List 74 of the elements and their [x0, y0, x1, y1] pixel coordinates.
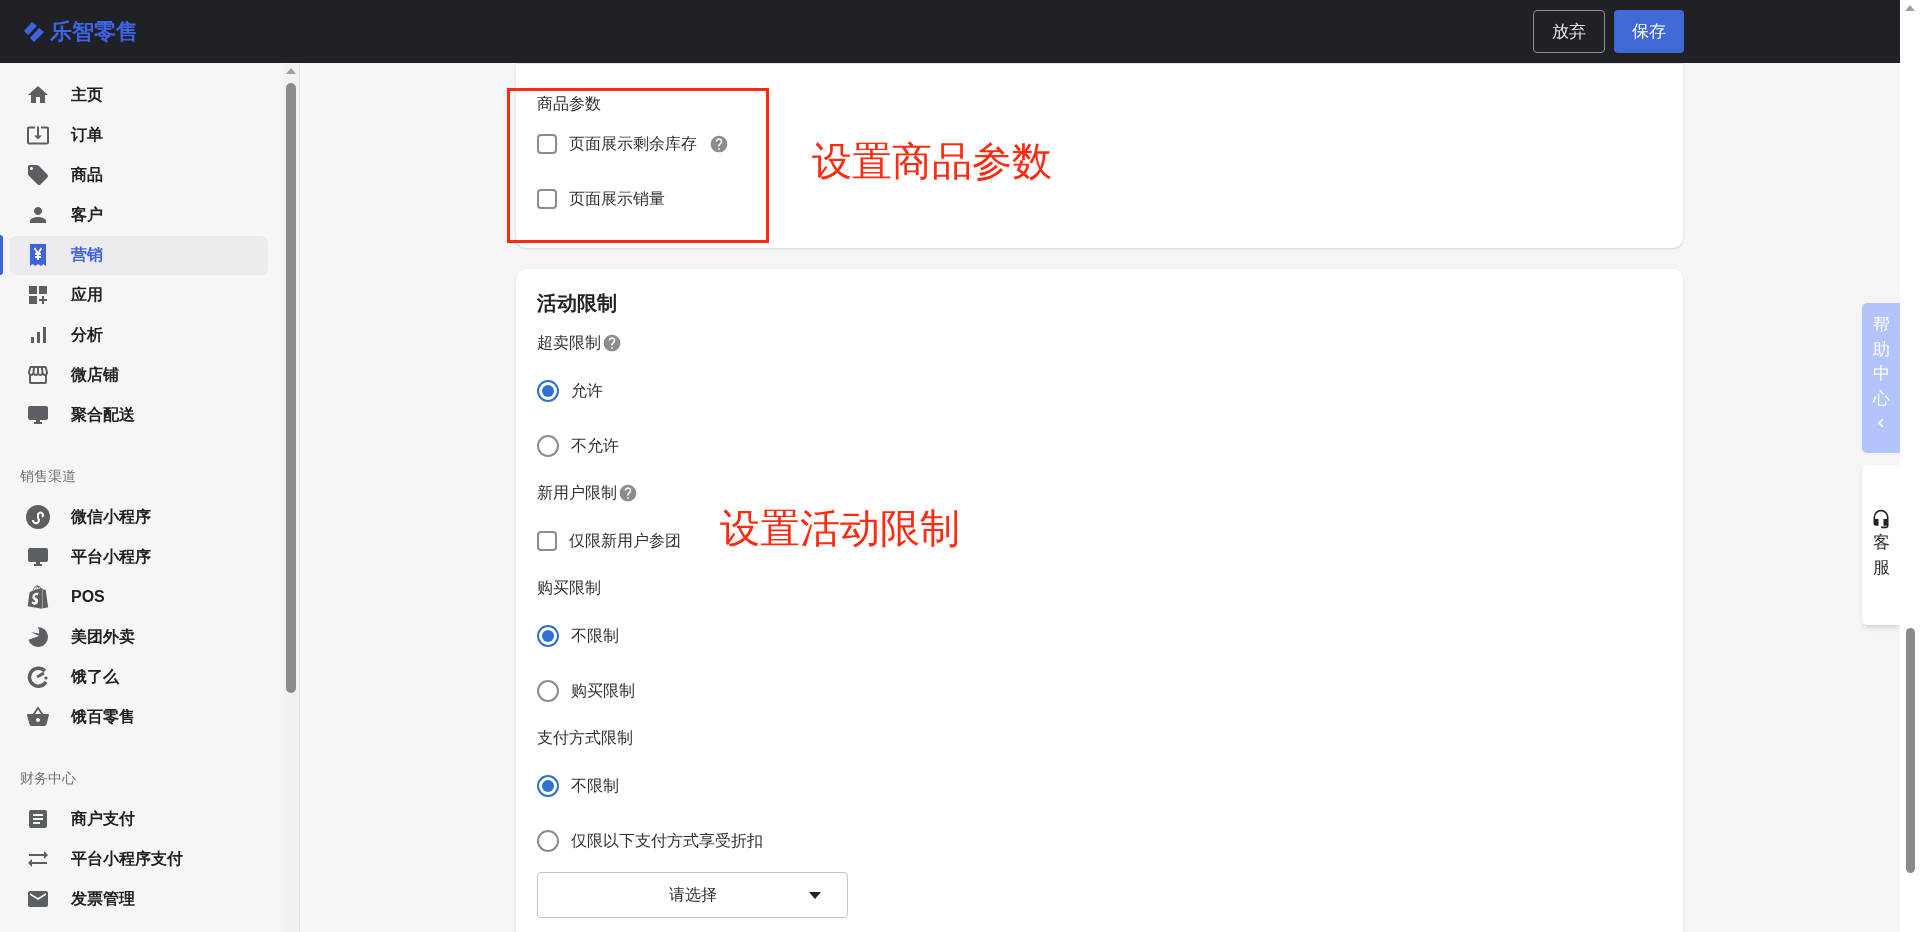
- scrollbar-thumb[interactable]: [286, 83, 296, 693]
- radio-button[interactable]: [537, 624, 559, 647]
- tag-icon: [26, 163, 50, 187]
- document-icon: [26, 807, 50, 831]
- gauge-icon: [27, 666, 49, 688]
- sidebar-item[interactable]: 客户: [10, 195, 268, 235]
- logo-icon: [22, 19, 46, 44]
- monitor-icon: [26, 545, 50, 569]
- logo-text: 乐智零售: [50, 18, 138, 46]
- grid-plus-icon: [26, 283, 50, 307]
- active-indicator: [0, 235, 3, 275]
- scrollbar-thumb[interactable]: [1905, 628, 1915, 873]
- customer-service-tab[interactable]: 客服: [1862, 465, 1900, 625]
- radio-label: 仅限以下支付方式享受折扣: [571, 830, 763, 851]
- yen-receipt-icon: [29, 244, 47, 266]
- sidebar-item[interactable]: 平台小程序支付: [10, 839, 268, 879]
- checkbox-label: 页面展示销量: [569, 188, 665, 209]
- basket-icon: [26, 705, 50, 729]
- sidebar-item[interactable]: 微信小程序: [10, 497, 268, 537]
- field-label: 支付方式限制: [537, 728, 633, 748]
- checkbox[interactable]: [537, 530, 557, 551]
- sidebar-item[interactable]: 订单: [10, 115, 268, 155]
- radio-label: 不限制: [571, 625, 619, 646]
- sidebar-item[interactable]: 平台小程序: [10, 537, 268, 577]
- sidebar-item[interactable]: 分析: [10, 315, 268, 355]
- swirl-icon: [27, 626, 49, 648]
- sidebar-item[interactable]: POS: [10, 577, 268, 617]
- caret-icon: [809, 891, 821, 899]
- sidebar-item[interactable]: 聚合配送: [10, 395, 268, 435]
- checkbox-label: 页面展示剩余库存: [569, 133, 697, 154]
- annotation-text: 设置活动限制: [720, 508, 960, 548]
- shopping-bag-icon: [26, 585, 50, 609]
- save-button[interactable]: 保存: [1614, 10, 1684, 53]
- checkbox[interactable]: [537, 133, 557, 154]
- radio-label: 不允许: [571, 435, 619, 456]
- radio-button[interactable]: [537, 434, 559, 457]
- sidebar-item[interactable]: 主页: [10, 75, 268, 115]
- help-icon[interactable]: [602, 333, 622, 353]
- scroll-up-arrow-icon[interactable]: [286, 68, 296, 74]
- radio-button[interactable]: [537, 379, 559, 402]
- storefront-icon: [26, 363, 50, 387]
- help-icon[interactable]: [709, 133, 729, 154]
- help-icon[interactable]: [618, 483, 638, 503]
- sidebar-item[interactable]: 饿百零售: [10, 697, 268, 737]
- sidebar-item[interactable]: 应用: [10, 275, 268, 315]
- section-heading: 销售渠道: [19, 466, 77, 486]
- field-label: 新用户限制: [537, 483, 617, 503]
- sidebar-item[interactable]: 商户支付: [10, 799, 268, 839]
- select-dropdown[interactable]: 请选择: [537, 872, 848, 918]
- radio-label: 允许: [571, 380, 603, 401]
- headset-icon: [1871, 509, 1891, 530]
- sidebar-item[interactable]: 微店铺: [10, 355, 268, 395]
- sidebar-item[interactable]: 商品: [10, 155, 268, 195]
- field-label: 超卖限制: [537, 333, 601, 353]
- sidebar-item[interactable]: 营销: [10, 235, 268, 275]
- radio-label: 不限制: [571, 775, 619, 796]
- checkbox[interactable]: [537, 188, 557, 209]
- mini-program-icon: [26, 505, 50, 529]
- sidebar-item[interactable]: 发票管理: [10, 879, 268, 919]
- sidebar-item[interactable]: 美团外卖: [10, 617, 268, 657]
- radio-button[interactable]: [537, 679, 559, 702]
- discard-button[interactable]: 放弃: [1533, 10, 1605, 53]
- annotation-text: 设置商品参数: [812, 141, 1052, 181]
- card-title: 活动限制: [537, 291, 618, 316]
- section-heading: 财务中心: [19, 768, 77, 788]
- field-label: 商品参数: [537, 94, 602, 114]
- sidebar-item[interactable]: 饿了么: [10, 657, 268, 697]
- radio-label: 购买限制: [571, 680, 635, 701]
- radio-button[interactable]: [537, 829, 559, 852]
- checkbox-label: 仅限新用户参团: [569, 530, 681, 551]
- scroll-up-arrow-icon[interactable]: [1905, 5, 1915, 11]
- monitor-icon: [26, 403, 50, 427]
- field-label: 购买限制: [537, 578, 601, 598]
- radio-button[interactable]: [537, 774, 559, 797]
